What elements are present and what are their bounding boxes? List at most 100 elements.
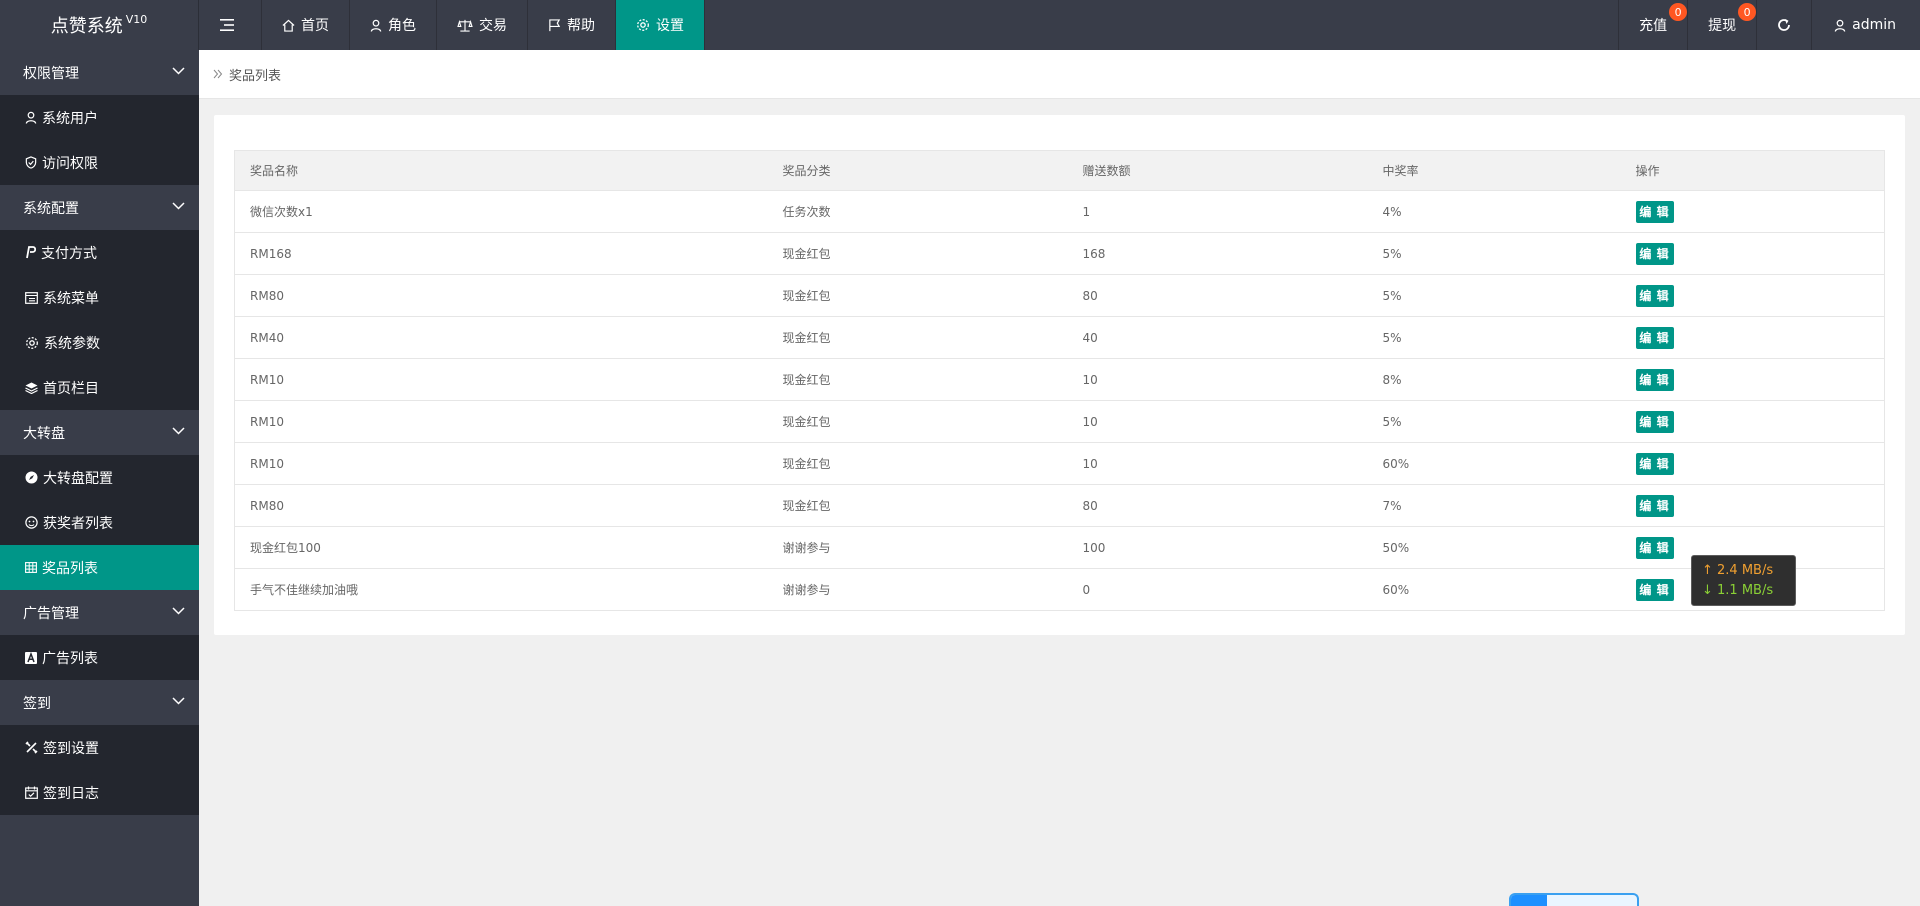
cell-gift-amount: 40 [1067, 316, 1368, 359]
face-icon [25, 516, 38, 529]
app-logo[interactable]: 点赞系统 V10 [0, 0, 199, 50]
edit-button[interactable]: 编 辑 [1635, 368, 1674, 391]
sidebar-item-wheel-config[interactable]: 大转盘配置 [0, 455, 199, 500]
sidebar-item-winners[interactable]: 获奖者列表 [0, 500, 199, 545]
shield-icon [25, 156, 37, 169]
header-prize-name[interactable]: 奖品名称 [234, 150, 768, 191]
table-row: RM40 现金红包 40 5% 编 辑 [234, 316, 1885, 359]
sidebar-item-system-params[interactable]: 系统参数 [0, 320, 199, 365]
app-name: 点赞系统 [50, 16, 123, 37]
cell-win-rate: 60% [1367, 442, 1621, 485]
cell-gift-amount: 80 [1067, 484, 1368, 527]
calendar-icon [25, 786, 38, 799]
cell-prize-name: 微信次数x1 [234, 190, 768, 233]
sidebar-item-home-columns[interactable]: 首页栏目 [0, 365, 199, 410]
sidebar-group-system-config[interactable]: 系统配置 [0, 185, 199, 230]
cell-prize-category: 现金红包 [767, 274, 1068, 317]
network-speed-widget[interactable]: ↑ 2.4 MB/s ↓ 1.1 MB/s [1691, 555, 1796, 606]
edit-button[interactable]: 编 辑 [1635, 410, 1674, 433]
nav-trade[interactable]: 交易 [437, 0, 528, 50]
sidebar-group-wheel[interactable]: 大转盘 [0, 410, 199, 455]
edit-button[interactable]: 编 辑 [1635, 326, 1674, 349]
table-row: 微信次数x1 任务次数 1 4% 编 辑 [234, 190, 1885, 233]
header-prize-category[interactable]: 奖品分类 [767, 150, 1068, 191]
cell-win-rate: 50% [1367, 526, 1621, 569]
cell-prize-name: RM80 [234, 274, 768, 317]
edit-button[interactable]: 编 辑 [1635, 284, 1674, 307]
withdraw-button[interactable]: 提现 0 [1687, 0, 1757, 50]
compass-icon [25, 471, 38, 484]
refresh-button[interactable] [1756, 0, 1811, 50]
cell-prize-name: RM168 [234, 232, 768, 275]
table-row: 手气不佳继续加油哦 谢谢参与 0 60% 编 辑 [234, 568, 1885, 611]
cell-actions: 编 辑 [1620, 232, 1885, 275]
edit-button[interactable]: 编 辑 [1635, 200, 1674, 223]
refresh-icon [1778, 19, 1791, 31]
cell-prize-name: RM10 [234, 442, 768, 485]
edit-button[interactable]: 编 辑 [1635, 578, 1674, 601]
cell-gift-amount: 10 [1067, 442, 1368, 485]
edit-button[interactable]: 编 辑 [1635, 242, 1674, 265]
nav-role[interactable]: 角色 [350, 0, 437, 50]
grid-icon [25, 562, 37, 573]
sidebar-toggle-button[interactable] [199, 0, 262, 50]
recharge-button[interactable]: 充值 0 [1618, 0, 1688, 50]
edit-button[interactable]: 编 辑 [1635, 452, 1674, 475]
cell-win-rate: 60% [1367, 568, 1621, 611]
upload-speed: ↑ 2.4 MB/s [1702, 563, 1774, 578]
edit-button[interactable]: 编 辑 [1635, 494, 1674, 517]
chevron-down-icon [172, 697, 185, 705]
cell-gift-amount: 1 [1067, 190, 1368, 233]
header-win-rate[interactable]: 中奖率 [1367, 150, 1621, 191]
nav-home[interactable]: 首页 [262, 0, 350, 50]
sidebar-item-access[interactable]: 访问权限 [0, 140, 199, 185]
table-row: RM10 现金红包 10 60% 编 辑 [234, 442, 1885, 485]
paypal-icon [26, 246, 36, 259]
cell-gift-amount: 10 [1067, 400, 1368, 443]
scale-icon [457, 19, 473, 32]
chevron-down-icon [172, 427, 185, 435]
floating-widget[interactable] [1509, 893, 1639, 906]
top-right-actions: 充值 0 提现 0 admin [1618, 0, 1920, 50]
cell-prize-name: RM80 [234, 484, 768, 527]
user-icon [25, 111, 37, 124]
cell-actions: 编 辑 [1620, 400, 1885, 443]
sidebar-item-system-users[interactable]: 系统用户 [0, 95, 199, 140]
sidebar-group-checkin[interactable]: 签到 [0, 680, 199, 725]
cell-win-rate: 5% [1367, 316, 1621, 359]
window-icon [25, 291, 38, 304]
cell-prize-name: RM10 [234, 400, 768, 443]
sidebar-group-permission[interactable]: 权限管理 [0, 50, 199, 95]
sidebar-item-prize-list[interactable]: 奖品列表 [0, 545, 199, 590]
recharge-badge: 0 [1669, 3, 1688, 21]
user-menu[interactable]: admin [1811, 0, 1920, 50]
top-nav: 首页 角色 交易 帮助 设置 [199, 0, 705, 50]
table-header-row: 奖品名称 奖品分类 赠送数额 中奖率 操作 [234, 150, 1885, 191]
sidebar-group-ads[interactable]: 广告管理 [0, 590, 199, 635]
table-row: RM168 现金红包 168 5% 编 辑 [234, 232, 1885, 275]
sidebar: 权限管理 系统用户 访问权限 系统配置 支付方式 系统菜单 系统参数 首页栏目 … [0, 50, 199, 906]
sidebar-item-ad-list[interactable]: 广告列表 [0, 635, 199, 680]
menu-toggle-icon [220, 19, 234, 31]
sidebar-item-checkin-settings[interactable]: 签到设置 [0, 725, 199, 770]
nav-settings[interactable]: 设置 [616, 0, 705, 50]
cell-prize-category: 现金红包 [767, 400, 1068, 443]
sidebar-item-checkin-log[interactable]: 签到日志 [0, 770, 199, 815]
home-icon [282, 19, 295, 32]
cell-gift-amount: 100 [1067, 526, 1368, 569]
tools-icon [25, 741, 38, 754]
cell-prize-name: 现金红包100 [234, 526, 768, 569]
user-icon [1834, 19, 1846, 32]
sidebar-item-payment[interactable]: 支付方式 [0, 230, 199, 275]
breadcrumb: 奖品列表 [199, 50, 1920, 99]
cell-actions: 编 辑 [1620, 442, 1885, 485]
nav-help[interactable]: 帮助 [528, 0, 616, 50]
edit-button[interactable]: 编 辑 [1635, 536, 1674, 559]
header-gift-amount[interactable]: 赠送数额 [1067, 150, 1368, 191]
cell-gift-amount: 80 [1067, 274, 1368, 317]
cell-prize-name: RM10 [234, 358, 768, 401]
cell-gift-amount: 10 [1067, 358, 1368, 401]
sidebar-item-system-menu[interactable]: 系统菜单 [0, 275, 199, 320]
cell-gift-amount: 168 [1067, 232, 1368, 275]
cell-prize-category: 谢谢参与 [767, 526, 1068, 569]
